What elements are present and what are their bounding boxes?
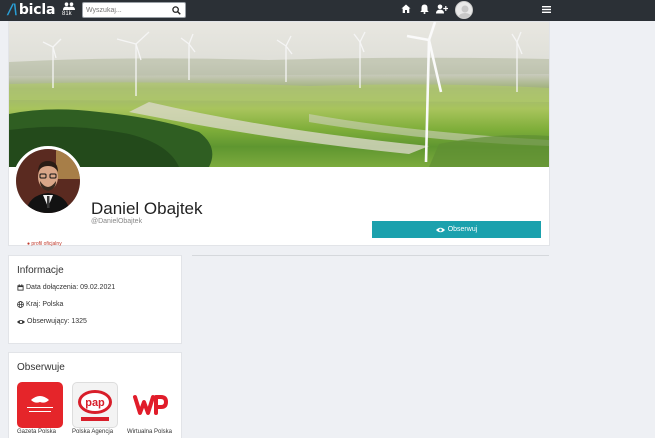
followed-item-gazeta-polska[interactable]: Gazeta Polska (17, 382, 63, 435)
join-date: Data dołączenia: 09.02.2021 (26, 284, 116, 291)
info-title: Informacje (17, 265, 64, 276)
country: Kraj: Polska (26, 301, 64, 308)
pap-logo: pap (72, 382, 118, 428)
followed-name: Wirtualna Polska (127, 429, 173, 435)
home-icon[interactable] (401, 4, 411, 14)
followed-item-wirtualna-polska[interactable]: Wirtualna Polska (127, 382, 173, 435)
calendar-icon (17, 284, 24, 291)
profile-header-card: ● profil oficjalny Daniel Obajtek @Danie… (9, 22, 549, 247)
search-input[interactable] (86, 4, 170, 16)
official-profile-label: ● profil oficjalny (27, 241, 62, 247)
info-card: Informacje Data dołączenia: 09.02.2021 K… (9, 256, 181, 343)
wp-emblem (133, 395, 168, 415)
follow-button[interactable]: Obserwuj (372, 221, 541, 238)
profile-name: Daniel Obajtek (91, 199, 203, 218)
followed-name: Gazeta Polska (17, 429, 57, 435)
cover-photo (9, 22, 549, 167)
users-icon (63, 2, 75, 10)
join-date-row: Data dołączenia: 09.02.2021 (17, 284, 115, 291)
country-row: Kraj: Polska (17, 301, 63, 308)
eye-icon (435, 227, 445, 232)
gazeta-polska-emblem (27, 396, 53, 412)
hamburger-menu-icon[interactable] (542, 5, 551, 14)
followers-row: Obserwujący: 1325 (17, 318, 87, 325)
bell-icon[interactable] (420, 4, 429, 14)
globe-icon (17, 301, 24, 308)
add-user-icon[interactable] (436, 4, 448, 14)
top-navbar: /\bicla 81k (0, 0, 655, 21)
eye-icon (17, 319, 25, 324)
followers-count: Obserwujący: 1325 (27, 318, 87, 325)
user-avatar[interactable] (455, 1, 473, 19)
users-count: 81k (62, 2, 76, 19)
avatar-placeholder-icon (458, 5, 472, 18)
profile-avatar[interactable] (13, 146, 83, 216)
following-title: Obserwuje (17, 362, 65, 373)
users-count-value: 81k (62, 11, 72, 17)
wp-logo (127, 382, 173, 428)
followed-name: Polska Agencja (72, 429, 114, 435)
pap-logo-text: pap (85, 397, 105, 409)
search-icon[interactable] (172, 6, 181, 15)
profile-photo (16, 149, 80, 213)
wind-farm-landscape (9, 22, 549, 167)
followed-item-pap[interactable]: pap Polska Agencja (72, 382, 118, 435)
content-divider (192, 255, 549, 256)
following-card: Obserwuje Gazeta Polska pap Polska Agenc… (9, 353, 181, 438)
follow-button-label: Obserwuj (447, 226, 478, 233)
profile-handle: @DanielObajtek (91, 218, 143, 225)
gazeta-polska-logo (17, 382, 63, 428)
pap-emblem: pap (78, 390, 112, 421)
search-box (82, 2, 186, 18)
site-logo[interactable]: /\bicla (8, 2, 55, 18)
logo-text: bicla (18, 2, 56, 18)
